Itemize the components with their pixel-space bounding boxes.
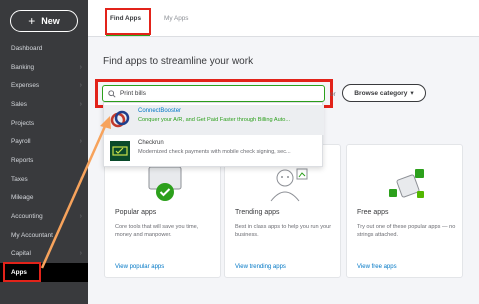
sidebar-item-projects[interactable]: Projects [0, 114, 88, 133]
sidebar-item-sales[interactable]: Sales › [0, 95, 88, 114]
connectbooster-logo-icon [110, 110, 130, 128]
sidebar-item-label: My Accountant [11, 231, 53, 239]
left-sidebar: + New Dashboard Banking › Expenses › Sales… [0, 0, 88, 304]
chevron-right-icon: › [79, 213, 82, 221]
free-apps-illustration [389, 169, 424, 198]
trending-apps-illustration [270, 168, 308, 202]
sidebar-item-accounting[interactable]: Accounting › [0, 207, 88, 226]
chevron-right-icon: › [79, 250, 82, 258]
sidebar-item-label: Dashboard [11, 44, 43, 52]
apps-highlight-box [3, 262, 41, 282]
result-app-name: ConnectBooster [138, 108, 182, 114]
sidebar-item-taxes[interactable]: Taxes › [0, 170, 88, 189]
search-results-dropdown: ConnectBooster Conquer your A/R, and Get… [103, 102, 324, 167]
new-button-label: New [41, 16, 60, 26]
find-apps-highlight-box [105, 8, 151, 35]
sidebar-item-label: Taxes [11, 175, 28, 183]
chevron-right-icon: › [79, 100, 82, 108]
sidebar-item-label: Sales [11, 100, 27, 108]
sidebar-item-label: Reports [11, 156, 34, 164]
new-button[interactable]: + New [10, 10, 78, 32]
sidebar-item-my-accountant[interactable]: My Accountant [0, 226, 88, 245]
search-result-item[interactable]: ConnectBooster Conquer your A/R, and Get… [104, 105, 324, 135]
browse-category-label: Browse category [354, 89, 408, 97]
sidebar-item-label: Mileage [11, 194, 34, 202]
card-description: Try out one of these popular apps — no s… [357, 224, 456, 239]
sidebar-nav: Dashboard Banking › Expenses › Sales › Proj… [0, 39, 88, 282]
sidebar-item-label: Accounting [11, 213, 43, 221]
checkrun-logo-icon [110, 141, 130, 161]
sidebar-item-mileage[interactable]: Mileage [0, 189, 88, 208]
sidebar-item-payroll[interactable]: Payroll › [0, 132, 88, 151]
view-free-apps-link[interactable]: View free apps [357, 264, 397, 270]
popular-apps-illustration [148, 166, 182, 201]
sidebar-item-expenses[interactable]: Expenses › [0, 76, 88, 95]
sidebar-item-label: Expenses [11, 82, 40, 90]
sidebar-item-label: Payroll [11, 138, 31, 146]
sidebar-item-label: Banking [11, 63, 35, 71]
card-title: Popular apps [115, 209, 157, 216]
page-title: Find apps to streamline your work [103, 56, 254, 67]
plus-icon: + [28, 14, 36, 28]
result-app-description: Conquer your A/R, and Get Paid Faster th… [138, 117, 291, 123]
sidebar-item-dashboard[interactable]: Dashboard [0, 39, 88, 58]
sidebar-item-banking[interactable]: Banking › [0, 58, 88, 77]
search-result-item[interactable]: Checkrun Modernized check payments with … [104, 137, 324, 167]
result-app-description: Modernized check payments with mobile ch… [138, 149, 291, 155]
chevron-right-icon: › [79, 82, 82, 90]
chevron-right-icon: › [79, 175, 82, 183]
card-title: Free apps [357, 209, 389, 216]
view-popular-apps-link[interactable]: View popular apps [115, 264, 164, 270]
sidebar-item-reports[interactable]: Reports [0, 151, 88, 170]
view-trending-apps-link[interactable]: View trending apps [235, 264, 286, 270]
card-title: Trending apps [235, 209, 280, 216]
tab-my-apps[interactable]: My Apps [164, 15, 189, 22]
card-description: Core tools that will save you time, mone… [115, 224, 199, 239]
chevron-right-icon: › [79, 138, 82, 146]
browse-category-button[interactable]: Browse category ▾ [342, 84, 426, 102]
caret-down-icon: ▾ [410, 90, 414, 97]
sidebar-item-label: Projects [11, 119, 35, 127]
free-apps-card[interactable]: Free apps Try out one of these popular a… [346, 144, 463, 278]
or-label: or [330, 91, 336, 98]
sidebar-item-label: Capital [11, 250, 31, 258]
sidebar-item-capital[interactable]: Capital › [0, 245, 88, 264]
result-app-name: Checkrun [138, 140, 164, 146]
card-description: Best in class apps to help you run your … [235, 224, 332, 239]
chevron-right-icon: › [79, 63, 82, 71]
